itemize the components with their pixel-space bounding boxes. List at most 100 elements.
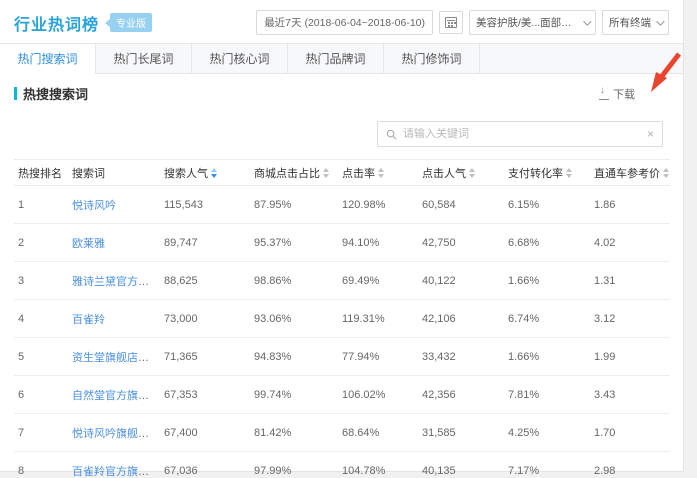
table-row: 8 百雀羚官方旗舰店官网 67,036 97.99% 104.78% 40,13… xyxy=(14,452,670,478)
section-accent-bar xyxy=(14,87,17,100)
keyword-link[interactable]: 百雀羚官方旗舰店官网 xyxy=(72,466,160,478)
search-icon xyxy=(386,129,397,140)
tab-modifier-words[interactable]: 热门修饰词 xyxy=(384,44,480,73)
calendar-button[interactable] xyxy=(439,11,463,34)
chevron-down-icon xyxy=(583,17,591,25)
click-pop-cell: 60,584 xyxy=(418,186,504,224)
badge-label: 专业版 xyxy=(110,13,152,32)
sort-icon[interactable] xyxy=(211,168,217,178)
tab-long-tail-words[interactable]: 热门长尾词 xyxy=(96,44,192,73)
page-title: 行业热词榜 xyxy=(14,11,99,35)
col-header-click-popularity: 点击人气 xyxy=(418,160,504,186)
rank-cell: 8 xyxy=(14,452,68,478)
search-pop-cell: 71,365 xyxy=(160,338,250,376)
keyword-link[interactable]: 自然堂官方旗舰店官... xyxy=(72,390,160,402)
ztc-price-cell: 1.31 xyxy=(590,262,670,300)
keyword-cell: 悦诗风吟 xyxy=(68,186,160,224)
section-title: 热搜搜索词 xyxy=(23,84,88,103)
click-rate-cell: 104.78% xyxy=(338,452,418,478)
pay-conversion-cell: 6.68% xyxy=(504,224,590,262)
click-pop-cell: 42,106 xyxy=(418,300,504,338)
mall-click-ratio-cell: 93.06% xyxy=(250,300,338,338)
col-header-rank: 热搜排名 xyxy=(14,160,68,186)
mall-click-ratio-cell: 98.86% xyxy=(250,262,338,300)
mall-click-ratio-cell: 87.95% xyxy=(250,186,338,224)
title-badge: 专业版 xyxy=(105,13,152,32)
keyword-link[interactable]: 悦诗风吟 xyxy=(72,200,116,212)
search-row: × xyxy=(0,107,683,157)
keyword-link[interactable]: 资生堂旗舰店官方旗舰 xyxy=(72,352,160,364)
col-header-mall-click-ratio: 商城点击占比 xyxy=(250,160,338,186)
click-rate-cell: 94.10% xyxy=(338,224,418,262)
mall-click-ratio-cell: 81.42% xyxy=(250,414,338,452)
table-row: 4 百雀羚 73,000 93.06% 119.31% 42,106 6.74%… xyxy=(14,300,670,338)
keyword-cell: 百雀羚官方旗舰店官网 xyxy=(68,452,160,478)
rank-cell: 3 xyxy=(14,262,68,300)
keyword-link[interactable]: 悦诗风吟旗舰店官网 xyxy=(72,428,160,440)
col-header-search-popularity: 搜索人气 xyxy=(160,160,250,186)
download-label: 下载 xyxy=(613,86,635,102)
section-header: 热搜搜索词 下载 xyxy=(0,74,683,107)
keyword-cell: 百雀羚 xyxy=(68,300,160,338)
mall-click-ratio-cell: 94.83% xyxy=(250,338,338,376)
click-rate-cell: 69.49% xyxy=(338,262,418,300)
table-row: 5 资生堂旗舰店官方旗舰 71,365 94.83% 77.94% 33,432… xyxy=(14,338,670,376)
mall-click-ratio-cell: 97.99% xyxy=(250,452,338,478)
click-rate-cell: 119.31% xyxy=(338,300,418,338)
category-dropdown-value: 美容护肤/美...面部护理套装 xyxy=(476,15,578,30)
keyword-link[interactable]: 雅诗兰黛官方旗舰店... xyxy=(72,276,160,288)
download-button[interactable]: 下载 xyxy=(599,86,635,102)
rank-cell: 7 xyxy=(14,414,68,452)
pay-conversion-cell: 1.66% xyxy=(504,338,590,376)
chevron-down-icon xyxy=(656,17,664,25)
search-pop-cell: 89,747 xyxy=(160,224,250,262)
click-pop-cell: 42,356 xyxy=(418,376,504,414)
col-header-keyword: 搜索词 xyxy=(68,160,160,186)
keyword-link[interactable]: 百雀羚 xyxy=(72,314,105,326)
rank-cell: 1 xyxy=(14,186,68,224)
mall-click-ratio-cell: 95.37% xyxy=(250,224,338,262)
header: 行业热词榜 专业版 最近7天 (2018-06-04~2018-06-10) 美… xyxy=(0,0,683,43)
sort-icon[interactable] xyxy=(566,168,572,178)
keyword-search-box: × xyxy=(377,121,663,147)
keyword-cell: 雅诗兰黛官方旗舰店... xyxy=(68,262,160,300)
tab-hot-search-words[interactable]: 热门搜索词 xyxy=(0,44,96,74)
hot-words-table: 热搜排名 搜索词 搜索人气 商城点击占比 点击率 点击人气 xyxy=(14,159,670,478)
terminal-dropdown-value: 所有终端 xyxy=(609,15,651,30)
category-dropdown[interactable]: 美容护肤/美...面部护理套装 xyxy=(469,10,596,35)
rank-cell: 5 xyxy=(14,338,68,376)
search-pop-cell: 67,353 xyxy=(160,376,250,414)
clear-search-icon[interactable]: × xyxy=(647,128,654,140)
mall-click-ratio-cell: 99.74% xyxy=(250,376,338,414)
rank-cell: 4 xyxy=(14,300,68,338)
ztc-price-cell: 3.43 xyxy=(590,376,670,414)
click-rate-cell: 120.98% xyxy=(338,186,418,224)
click-pop-cell: 40,135 xyxy=(418,452,504,478)
table-row: 1 悦诗风吟 115,543 87.95% 120.98% 60,584 6.1… xyxy=(14,186,670,224)
sort-icon[interactable] xyxy=(663,168,669,178)
search-pop-cell: 67,036 xyxy=(160,452,250,478)
click-rate-cell: 77.94% xyxy=(338,338,418,376)
ztc-price-cell: 4.02 xyxy=(590,224,670,262)
keyword-link[interactable]: 欧莱雅 xyxy=(72,238,105,250)
sort-icon[interactable] xyxy=(378,168,384,178)
pay-conversion-cell: 7.81% xyxy=(504,376,590,414)
sort-icon[interactable] xyxy=(469,168,475,178)
tab-bar-filler xyxy=(480,44,683,73)
pay-conversion-cell: 1.66% xyxy=(504,262,590,300)
ztc-price-cell: 1.70 xyxy=(590,414,670,452)
search-pop-cell: 115,543 xyxy=(160,186,250,224)
date-range-display[interactable]: 最近7天 (2018-06-04~2018-06-10) xyxy=(256,10,433,35)
tab-core-words[interactable]: 热门核心词 xyxy=(192,44,288,73)
table-row: 2 欧莱雅 89,747 95.37% 94.10% 42,750 6.68% … xyxy=(14,224,670,262)
search-pop-cell: 88,625 xyxy=(160,262,250,300)
terminal-dropdown[interactable]: 所有终端 xyxy=(602,10,669,35)
rank-cell: 2 xyxy=(14,224,68,262)
sort-icon[interactable] xyxy=(323,168,329,178)
pay-conversion-cell: 6.74% xyxy=(504,300,590,338)
tab-brand-words[interactable]: 热门品牌词 xyxy=(288,44,384,73)
click-rate-cell: 106.02% xyxy=(338,376,418,414)
ztc-price-cell: 2.98 xyxy=(590,452,670,478)
keyword-search-input[interactable] xyxy=(403,128,641,140)
pay-conversion-cell: 6.15% xyxy=(504,186,590,224)
